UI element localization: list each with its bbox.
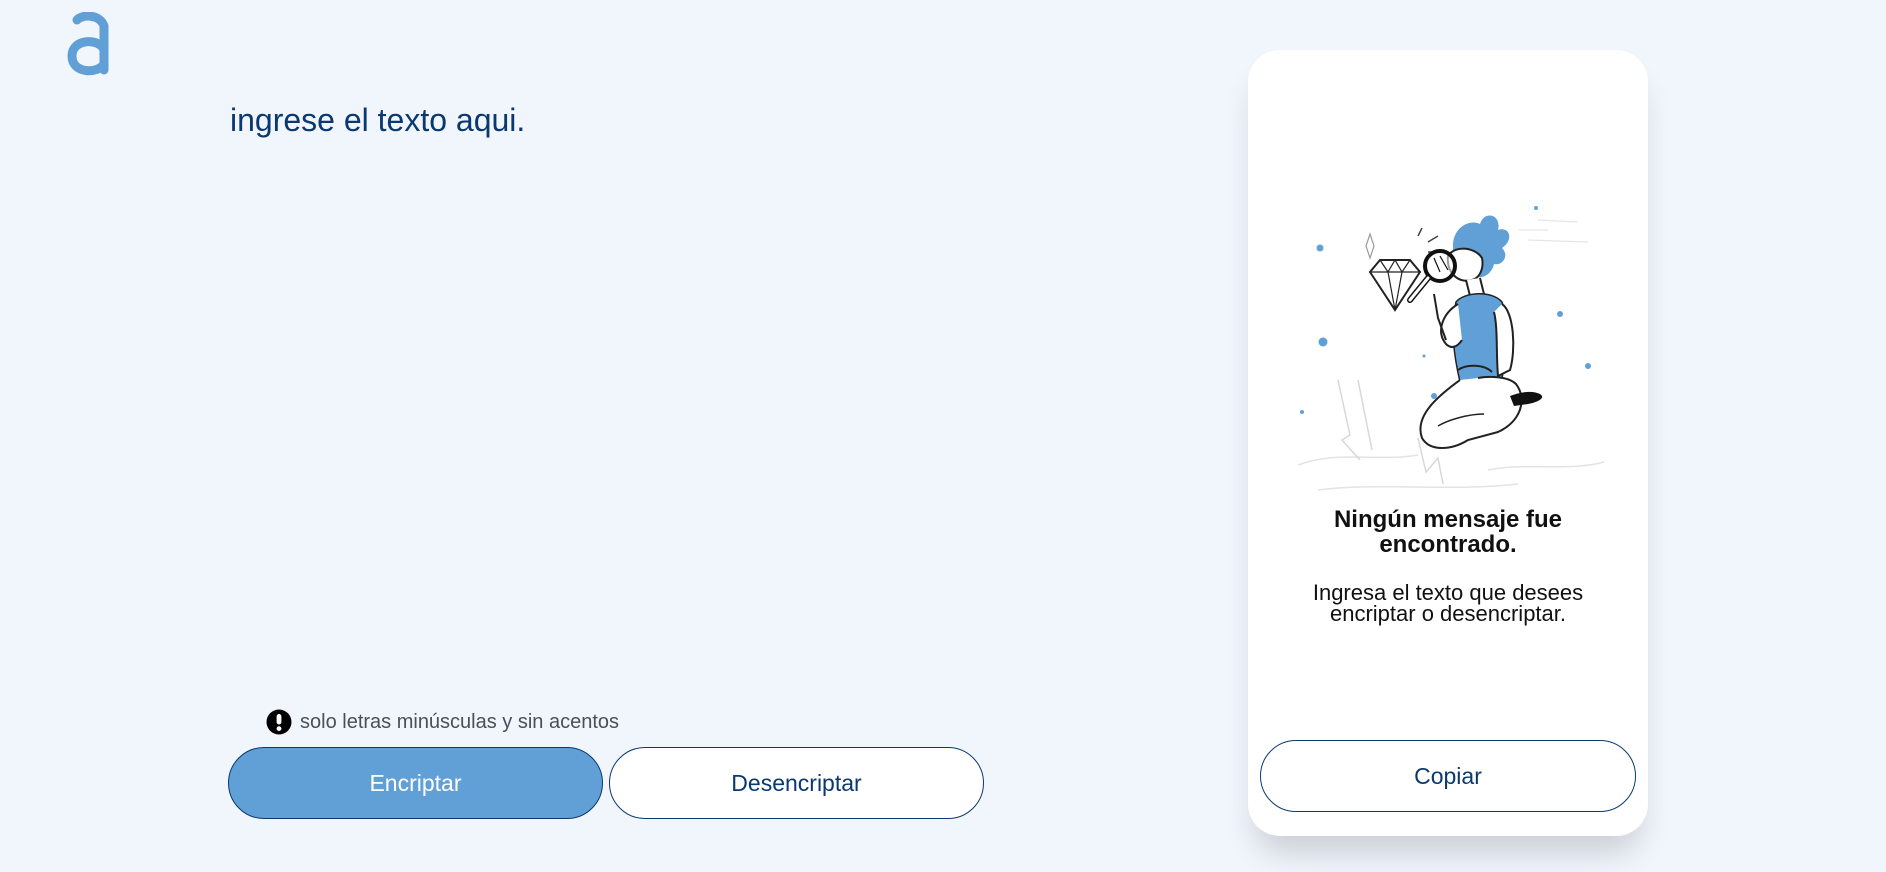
input-hint: solo letras minúsculas y sin acentos (266, 708, 619, 736)
encrypt-button[interactable]: Encriptar (228, 747, 603, 819)
copy-button[interactable]: Copiar (1260, 740, 1636, 812)
empty-state-title: Ningún mensaje fue encontrado. (1333, 506, 1563, 558)
hint-text: solo letras minúsculas y sin acentos (300, 710, 620, 733)
exclamation-circle-icon (266, 709, 292, 735)
alura-logo-icon (67, 12, 109, 76)
output-panel: Ningún mensaje fue encontrado. Ingresa e… (1248, 50, 1648, 836)
person-with-magnifying-glass-illustration (1297, 206, 1605, 491)
message-input[interactable] (228, 96, 988, 656)
encryptor-page: solo letras minúsculas y sin acentos Enc… (0, 0, 1886, 872)
decrypt-button[interactable]: Desencriptar (609, 747, 984, 819)
empty-state-text: Ingresa el texto que desees encriptar o … (1312, 580, 1584, 626)
